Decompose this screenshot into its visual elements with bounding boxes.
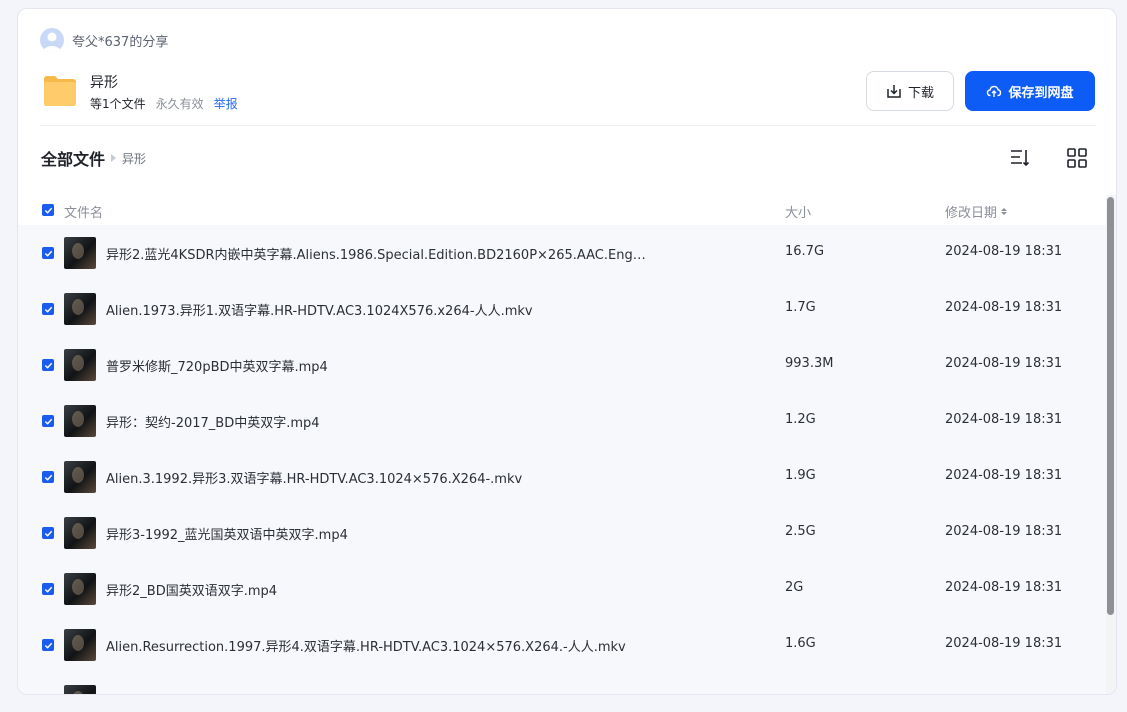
row-checkbox[interactable]	[42, 359, 54, 371]
video-thumbnail	[64, 349, 96, 381]
sharer-info: 夸父*637的分享	[40, 28, 168, 52]
folder-icon	[44, 76, 76, 106]
row-checkbox[interactable]	[42, 527, 54, 539]
table-row[interactable]: Alien.3.1992.异形3.双语字幕.HR-HDTV.AC3.1024×5…	[18, 449, 1106, 505]
breadcrumb: 全部文件 异形	[41, 146, 146, 170]
download-button[interactable]: 下载	[866, 71, 954, 111]
file-size: 1.2G	[785, 412, 816, 427]
file-date: 2024-08-19 18:31	[945, 244, 1063, 259]
video-thumbnail	[64, 573, 96, 605]
column-header-name[interactable]: 文件名	[64, 202, 103, 221]
file-size: 993.3M	[785, 356, 834, 371]
file-size: 1.7G	[785, 300, 816, 315]
breadcrumb-current: 异形	[122, 151, 147, 166]
row-checkbox[interactable]	[42, 583, 54, 595]
file-name[interactable]: Alien.1973.异形1.双语字幕.HR-HDTV.AC3.1024X576…	[106, 300, 533, 319]
table-header: 文件名 大小 修改日期	[18, 197, 1106, 225]
file-name[interactable]: 异形2.蓝光4KSDR内嵌中英字幕.Aliens.1986.Special.Ed…	[106, 244, 646, 263]
table-row[interactable]: 异形2_BD国英双语双字.mp4 2G 2024-08-19 18:31	[18, 561, 1106, 617]
file-count: 等1个文件	[90, 97, 146, 111]
share-meta: 等1个文件 永久有效 举报	[90, 95, 238, 112]
column-header-size[interactable]: 大小	[785, 202, 811, 221]
video-thumbnail	[64, 237, 96, 269]
check-icon	[44, 418, 52, 425]
download-label: 下载	[907, 85, 934, 101]
row-checkbox[interactable]	[42, 247, 54, 259]
table-row[interactable]: 异形2.蓝光4KSDR内嵌中英字幕.Aliens.1986.Special.Ed…	[18, 225, 1106, 281]
table-row[interactable]: Alien.1973.异形1.双语字幕.HR-HDTV.AC3.1024X576…	[18, 281, 1106, 337]
file-date: 2024-08-19 18:31	[945, 636, 1063, 651]
file-date: 2024-08-19 18:31	[945, 524, 1063, 539]
file-name[interactable]: 普罗米修斯_720pBD中英双字幕.mp4	[106, 356, 328, 375]
download-icon	[887, 85, 901, 98]
sort-icon[interactable]	[1008, 146, 1032, 170]
check-icon	[44, 362, 52, 369]
table-row[interactable]: 异形3-1992_蓝光国英双语中英双字.mp4 2.5G 2024-08-19 …	[18, 505, 1106, 561]
cloud-upload-icon	[987, 85, 1002, 97]
report-link[interactable]: 举报	[214, 95, 238, 112]
share-title: 异形	[90, 75, 118, 91]
grid-view-icon[interactable]	[1065, 146, 1089, 170]
save-to-drive-button[interactable]: 保存到网盘	[965, 71, 1095, 111]
video-thumbnail	[64, 685, 96, 694]
save-label: 保存到网盘	[1008, 85, 1074, 101]
file-size: 2G	[785, 580, 804, 595]
file-size: 1.9G	[785, 468, 816, 483]
table-row[interactable]: Alien.Resurrection.1997.异形4.双语字幕.HR-HDTV…	[18, 617, 1106, 673]
table-row[interactable]: 异形：契约-2017_BD中英双字.mp4 1.2G 2024-08-19 18…	[18, 393, 1106, 449]
file-list: 异形2.蓝光4KSDR内嵌中英字幕.Aliens.1986.Special.Ed…	[18, 225, 1106, 694]
column-header-date-label: 修改日期	[945, 206, 998, 221]
file-name[interactable]: Alien.Resurrection.1997.异形4.双语字幕.HR-HDTV…	[106, 636, 626, 655]
row-checkbox[interactable]	[42, 471, 54, 483]
video-thumbnail	[64, 517, 96, 549]
video-thumbnail	[64, 629, 96, 661]
video-thumbnail	[64, 293, 96, 325]
video-thumbnail	[64, 461, 96, 493]
row-checkbox[interactable]	[42, 639, 54, 651]
video-thumbnail	[64, 405, 96, 437]
breadcrumb-root[interactable]: 全部文件	[41, 146, 105, 170]
column-header-date[interactable]: 修改日期	[945, 202, 1008, 221]
check-icon	[44, 306, 52, 313]
file-size: 2.5G	[785, 524, 816, 539]
user-avatar-icon	[40, 28, 64, 52]
file-date: 2024-08-19 18:31	[945, 300, 1063, 315]
file-size: 16.7G	[785, 244, 825, 259]
scrollbar-thumb[interactable]	[1107, 197, 1114, 615]
table-row[interactable]: 普罗米修斯_720pBD中英双字幕.mp4 993.3M 2024-08-19 …	[18, 337, 1106, 393]
validity-text: 永久有效	[155, 97, 204, 111]
header-divider	[40, 125, 1096, 126]
check-icon	[44, 250, 52, 257]
file-name[interactable]: 异形：契约-2017_BD中英双字.mp4	[106, 412, 320, 431]
file-name[interactable]: Alien.3.1992.异形3.双语字幕.HR-HDTV.AC3.1024×5…	[106, 468, 522, 487]
check-icon	[44, 642, 52, 649]
file-name[interactable]: 异形2_BD国英双语双字.mp4	[106, 580, 277, 599]
check-icon	[44, 530, 52, 537]
file-date: 2024-08-19 18:31	[945, 580, 1063, 595]
share-card: 夸父*637的分享 异形 等1个文件 永久有效 举报 下载 保存到网盘 全部文件…	[17, 8, 1117, 695]
row-checkbox[interactable]	[42, 303, 54, 315]
table-row[interactable]	[18, 673, 1106, 694]
select-all-checkbox[interactable]	[42, 204, 54, 216]
file-name[interactable]: 异形3-1992_蓝光国英双语中英双字.mp4	[106, 524, 348, 543]
sharer-name: 夸父*637的分享	[72, 34, 169, 50]
file-date: 2024-08-19 18:31	[945, 468, 1063, 483]
check-icon	[44, 474, 52, 481]
file-size: 1.6G	[785, 636, 816, 651]
file-date: 2024-08-19 18:31	[945, 412, 1063, 427]
check-icon	[44, 586, 52, 593]
file-date: 2024-08-19 18:31	[945, 356, 1063, 371]
sort-caret-icon	[1001, 208, 1008, 215]
breadcrumb-separator-icon	[111, 154, 117, 162]
check-icon	[44, 207, 52, 214]
row-checkbox[interactable]	[42, 415, 54, 427]
